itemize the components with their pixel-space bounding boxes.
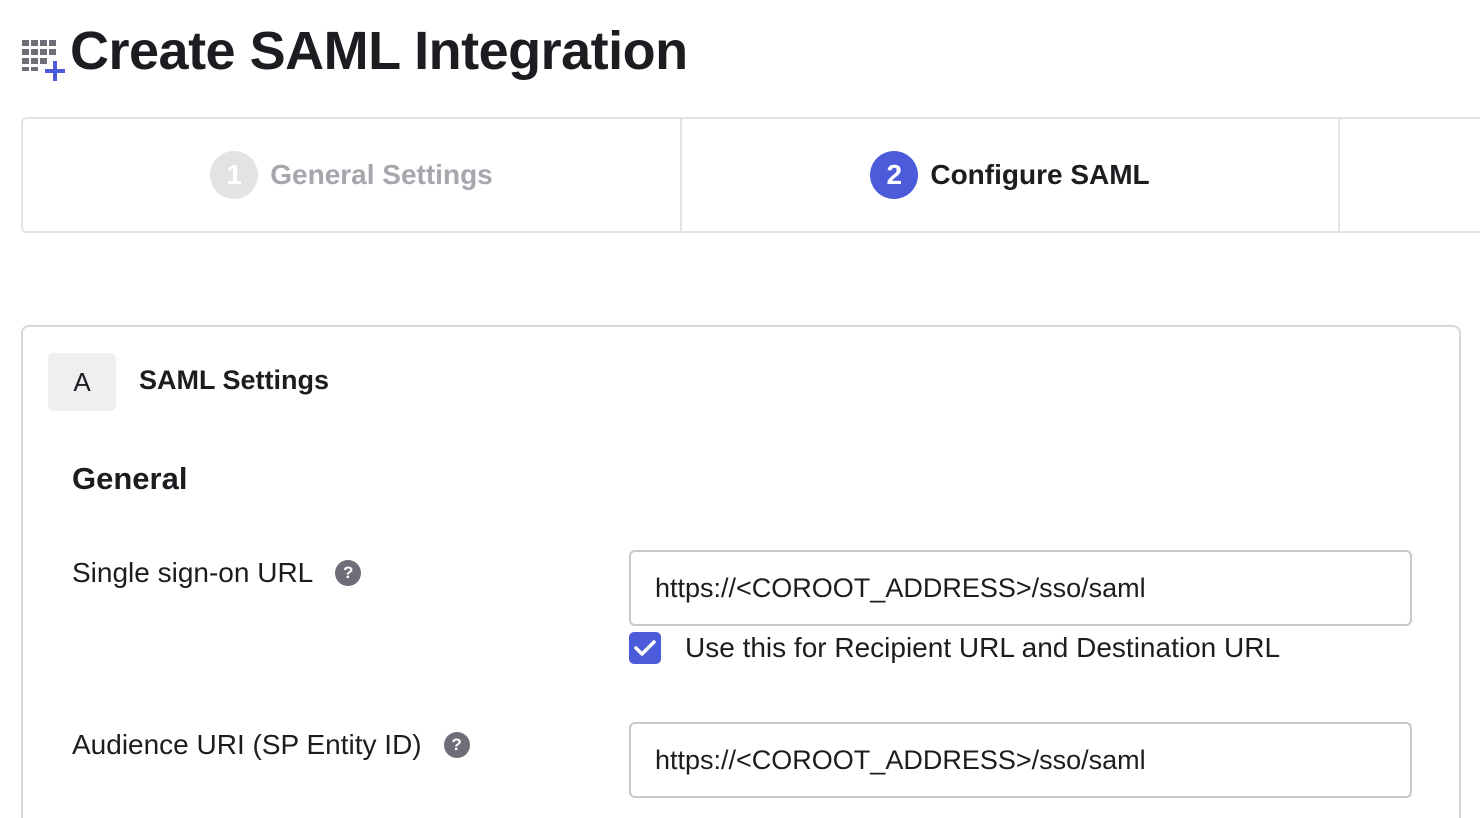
- step-configure-saml[interactable]: 2 Configure SAML: [682, 119, 1340, 231]
- recipient-url-checkbox-row[interactable]: Use this for Recipient URL and Destinati…: [629, 632, 1280, 664]
- step-number: 1: [210, 151, 259, 199]
- page-header: Create SAML Integration: [20, 18, 688, 84]
- sso-url-label-row: Single sign-on URL ?: [72, 557, 362, 589]
- step-label: Configure SAML: [930, 159, 1150, 190]
- saml-settings-card: A SAML Settings General Single sign-on U…: [21, 325, 1461, 818]
- question-icon[interactable]: ?: [335, 560, 362, 586]
- app-add-icon: [20, 20, 70, 82]
- section-title: SAML Settings: [139, 365, 330, 395]
- wizard-stepper: 1 General Settings 2 Configure SAML: [21, 117, 1480, 233]
- recipient-url-checkbox[interactable]: [629, 632, 661, 664]
- page-title: Create SAML Integration: [70, 21, 688, 81]
- step-next: [1340, 119, 1480, 231]
- checkmark-icon: [634, 640, 656, 656]
- step-label: General Settings: [270, 159, 493, 190]
- section-badge: A: [48, 353, 116, 411]
- sso-url-input[interactable]: [629, 550, 1412, 626]
- step-number: 2: [870, 151, 919, 199]
- recipient-url-checkbox-label: Use this for Recipient URL and Destinati…: [685, 632, 1281, 663]
- page: Create SAML Integration 1 General Settin…: [0, 0, 1480, 818]
- sso-url-label: Single sign-on URL: [72, 557, 314, 588]
- question-icon[interactable]: ?: [443, 732, 470, 758]
- step-general-settings[interactable]: 1 General Settings: [23, 119, 682, 231]
- audience-uri-input[interactable]: [629, 722, 1412, 798]
- audience-uri-label-row: Audience URI (SP Entity ID) ?: [72, 729, 470, 761]
- audience-uri-label: Audience URI (SP Entity ID): [72, 729, 422, 760]
- subsection-title: General: [72, 461, 188, 496]
